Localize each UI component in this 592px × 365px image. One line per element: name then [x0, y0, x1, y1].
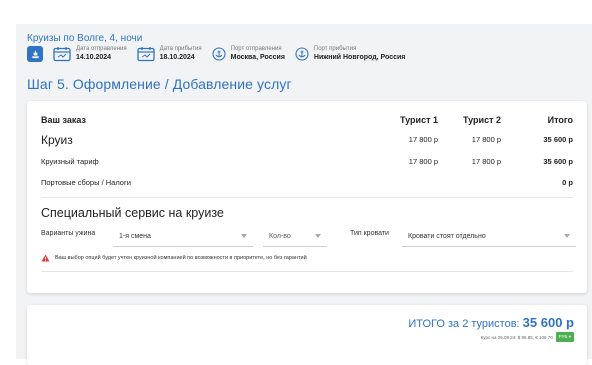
dinner-select-value: 1-я смена — [119, 233, 151, 240]
quantity-select[interactable]: Кол-во — [263, 226, 327, 247]
trip-meta-bar: Дата отправления 14.10.2024 Дата прибыти… — [27, 46, 415, 62]
anchor-icon — [212, 47, 226, 61]
row-total: 35 600 р — [543, 135, 573, 144]
quantity-select-value: Кол-во — [269, 233, 291, 240]
bed-type-select[interactable]: Кровати стоят отдельно — [402, 226, 576, 247]
rate-text: Курс на 25.08.24: $ 95.85, € 106.70 — [480, 334, 553, 340]
row-t1: 17 800 р — [408, 135, 438, 144]
departure-port: Москва, Россия — [230, 54, 285, 61]
warning-text: Ваш выбор опций будет учтен круизной ком… — [55, 255, 307, 261]
service-title: Специальный сервис на круизе — [41, 206, 224, 220]
total-label: ИТОГО за 2 туристов: — [408, 318, 520, 330]
table-row: Круизный тариф 17 800 р 17 800 р 35 600 … — [41, 157, 573, 173]
departure-port-label: Порт отправления — [230, 46, 282, 52]
step-title: Шаг 5. Оформление / Добавление услуг — [27, 76, 292, 92]
row-label: Круизный тариф — [41, 157, 99, 166]
row-total: 35 600 р — [543, 157, 573, 166]
departure-date-label: Дата отправления — [76, 46, 127, 52]
table-row: Круиз 17 800 р 17 800 р 35 600 р — [41, 133, 573, 151]
order-header-row: Ваш заказ Турист 1 Турист 2 Итого — [41, 115, 573, 131]
row-t2: 17 800 р — [471, 157, 501, 166]
warning-icon — [41, 254, 50, 262]
order-title: Ваш заказ — [41, 115, 86, 125]
departure-port-item: Порт отправления Москва, Россия — [212, 46, 285, 62]
divider — [41, 271, 573, 272]
divider — [41, 197, 573, 198]
departure-date: 14.10.2024 — [76, 54, 112, 61]
order-card: Ваш заказ Турист 1 Турист 2 Итого Круиз … — [27, 101, 587, 293]
arrival-date-label: Дата прибытия — [159, 46, 202, 52]
currency-select[interactable]: РУБ ▾ — [555, 332, 574, 342]
col-tourist2: Турист 2 — [463, 115, 501, 125]
order-total: ИТОГО за 2 туристов: 35 600 р — [408, 315, 574, 330]
row-t2: 17 800 р — [471, 135, 501, 144]
calendar-icon — [136, 47, 155, 62]
chevron-down-icon — [315, 234, 321, 238]
dinner-label: Варианты ужина — [41, 230, 96, 237]
bed-type-select-value: Кровати стоят отдельно — [408, 233, 486, 240]
arrival-date: 18.10.2024 — [159, 54, 195, 61]
arrival-port: Нижний Новгород, Россия — [313, 54, 406, 61]
row-t1: 17 800 р — [408, 157, 438, 166]
departure-date-item: Дата отправления 14.10.2024 — [53, 46, 127, 62]
trip-title: Круизы по Волге, 4, ночи — [27, 33, 143, 44]
table-row: Портовые сборы / Налоги 0 р — [41, 178, 573, 194]
ship-icon — [27, 46, 43, 62]
chevron-down-icon — [241, 234, 247, 238]
calendar-icon — [53, 47, 71, 62]
dinner-select[interactable]: 1-я смена — [113, 226, 253, 247]
arrival-date-item: Дата прибытия 18.10.2024 — [136, 46, 202, 62]
chevron-down-icon — [564, 234, 570, 238]
warning-note: Ваш выбор опций будет учтен круизной ком… — [41, 254, 307, 262]
row-total: 0 р — [562, 178, 573, 187]
anchor-icon — [295, 47, 309, 61]
row-label: Портовые сборы / Налоги — [41, 178, 131, 187]
arrival-port-item: Порт прибытия Нижний Новгород, Россия — [295, 46, 405, 62]
col-tourist1: Турист 1 — [400, 115, 438, 125]
col-total: Итого — [547, 115, 573, 125]
exchange-rate: Курс на 25.08.24: $ 95.85, € 106.70 РУБ … — [481, 332, 574, 342]
row-label: Круиз — [41, 133, 73, 147]
arrival-port-label: Порт прибытия — [313, 46, 357, 52]
bed-type-label: Тип кровати — [350, 230, 389, 237]
total-value: 35 600 р — [522, 315, 574, 330]
